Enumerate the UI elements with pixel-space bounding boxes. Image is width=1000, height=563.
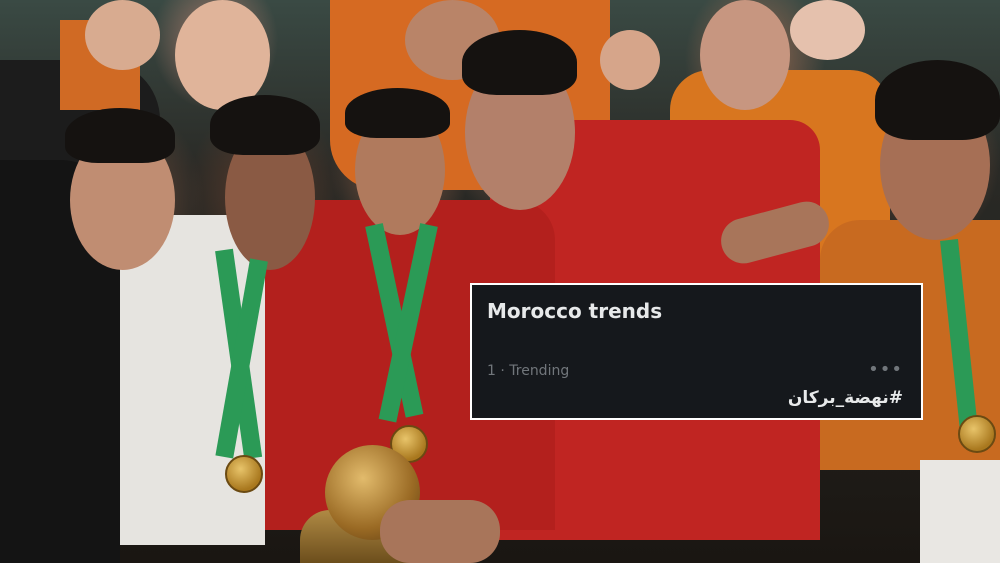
photo-shape: [345, 88, 450, 138]
photo-shape: [920, 460, 1000, 563]
trend-hashtag-link[interactable]: #نهضة_بركان: [788, 388, 903, 408]
medal-icon: [225, 455, 263, 493]
photo-shape: [65, 108, 175, 163]
photo-shape: [380, 500, 500, 563]
photo-shape: [700, 0, 790, 110]
more-horizontal-icon[interactable]: •••: [868, 361, 903, 379]
photo-shape: [790, 0, 865, 60]
photo-shape: [462, 30, 577, 95]
trends-card-title: Morocco trends: [487, 299, 663, 323]
medal-icon: [958, 415, 996, 453]
photo-shape: [875, 60, 1000, 140]
screenshot-stage: Morocco trends 1 · Trending ••• #نهضة_بر…: [0, 0, 1000, 563]
photo-shape: [600, 30, 660, 90]
photo-shape: [210, 95, 320, 155]
trends-card[interactable]: Morocco trends 1 · Trending ••• #نهضة_بر…: [470, 283, 923, 420]
photo-shape: [85, 0, 160, 70]
trend-rank-label: 1 · Trending: [487, 363, 570, 379]
team-celebration-photo: [0, 0, 1000, 563]
photo-shape: [175, 0, 270, 110]
